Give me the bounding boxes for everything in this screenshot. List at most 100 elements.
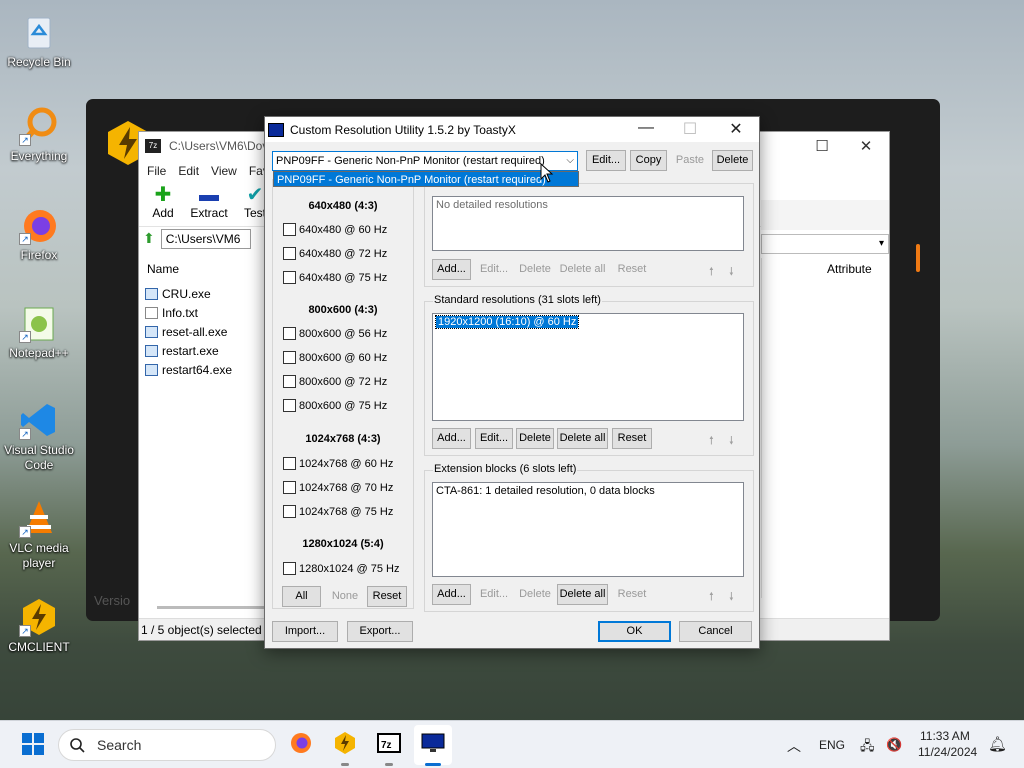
move-down-icon[interactable]: 🠗 bbox=[729, 432, 734, 451]
move-up-icon[interactable]: 🠕 bbox=[709, 588, 714, 607]
desktop-icon-cmclient[interactable]: ↗ CMCLIENT bbox=[2, 597, 76, 655]
monitor-select[interactable]: PNP09FF - Generic Non-PnP Monitor (resta… bbox=[272, 151, 578, 171]
up-folder-icon[interactable]: ⬆ bbox=[143, 230, 155, 247]
detailed-delete-button[interactable]: Delete bbox=[516, 259, 554, 280]
checkbox-800x600-60[interactable]: 800x600 @ 60 Hz bbox=[283, 351, 387, 364]
file-row[interactable]: restart64.exe bbox=[145, 360, 232, 379]
standard-reset-button[interactable]: Reset bbox=[612, 428, 652, 449]
checkbox-800x600-56[interactable]: 800x600 @ 56 Hz bbox=[283, 327, 387, 340]
maximize-icon[interactable]: ☐ bbox=[799, 137, 845, 155]
standard-delete-all-button[interactable]: Delete all bbox=[557, 428, 608, 449]
desktop-icon-label: Everything bbox=[10, 149, 68, 163]
close-icon[interactable]: ✕ bbox=[843, 137, 889, 155]
reset-established-button[interactable]: Reset bbox=[367, 586, 407, 607]
chevron-up-icon[interactable]: ︿ bbox=[787, 736, 801, 756]
checkbox-label: 800x600 @ 75 Hz bbox=[299, 399, 388, 412]
search-placeholder: Search bbox=[97, 737, 142, 753]
standard-edit-button[interactable]: Edit... bbox=[475, 428, 513, 449]
extension-block-item[interactable]: CTA-861: 1 detailed resolution, 0 data b… bbox=[436, 485, 655, 497]
paste-button[interactable]: Paste bbox=[670, 150, 710, 171]
desktop-icon-vlc[interactable]: ↗ VLC media player bbox=[2, 498, 76, 571]
clock-time[interactable]: 11:33 AM bbox=[920, 729, 970, 743]
address-input[interactable]: C:\Users\VM6 bbox=[160, 228, 251, 249]
checkbox-800x600-75[interactable]: 800x600 @ 75 Hz bbox=[283, 399, 387, 412]
volume-muted-icon[interactable]: 🔇 bbox=[886, 737, 902, 753]
checkbox-640x480-72[interactable]: 640x480 @ 72 Hz bbox=[283, 247, 387, 260]
menu-file[interactable]: File bbox=[147, 164, 166, 178]
detailed-edit-button[interactable]: Edit... bbox=[475, 259, 513, 280]
copy-button[interactable]: Copy bbox=[630, 150, 667, 171]
move-down-icon[interactable]: 🠗 bbox=[729, 588, 734, 607]
extension-delete-all-button[interactable]: Delete all bbox=[557, 584, 608, 605]
none-button[interactable]: None bbox=[325, 586, 365, 607]
extension-delete-button[interactable]: Delete bbox=[516, 584, 554, 605]
minimize-icon[interactable]: — bbox=[623, 119, 669, 137]
file-name: CRU.exe bbox=[162, 286, 211, 301]
ok-button[interactable]: OK bbox=[598, 621, 671, 642]
checkbox bbox=[283, 223, 296, 236]
desktop-icon-notepadpp[interactable]: ↗ Notepad++ bbox=[2, 303, 76, 361]
clock-date[interactable]: 11/24/2024 bbox=[918, 745, 977, 759]
file-row[interactable]: CRU.exe bbox=[145, 284, 232, 303]
checkbox-1024x768-60[interactable]: 1024x768 @ 60 Hz bbox=[283, 457, 393, 470]
edit-monitor-button[interactable]: Edit... bbox=[586, 150, 626, 171]
checkbox-1280x1024-75[interactable]: 1280x1024 @ 75 Hz bbox=[283, 562, 399, 575]
desktop-icon-everything[interactable]: ↗ Everything bbox=[2, 106, 76, 164]
cru-taskbar-icon[interactable] bbox=[420, 731, 446, 757]
detailed-delete-all-button[interactable]: Delete all bbox=[557, 259, 608, 280]
horizontal-scrollbar[interactable] bbox=[157, 606, 267, 609]
all-button[interactable]: All bbox=[282, 586, 321, 607]
firefox-taskbar-icon[interactable] bbox=[288, 731, 314, 757]
file-row[interactable]: Info.txt bbox=[145, 303, 232, 322]
menu-edit[interactable]: Edit bbox=[178, 164, 199, 178]
move-up-icon[interactable]: 🠕 bbox=[709, 432, 714, 451]
standard-resolutions-list[interactable]: 1920x1200 (16:10) @ 60 Hz bbox=[432, 313, 744, 421]
standard-delete-button[interactable]: Delete bbox=[516, 428, 554, 449]
move-down-icon[interactable]: 🠗 bbox=[729, 263, 734, 282]
menu-view[interactable]: View bbox=[211, 164, 237, 178]
test-label: Test bbox=[243, 206, 266, 220]
detailed-add-button[interactable]: Add... bbox=[432, 259, 471, 280]
language-indicator[interactable]: ENG bbox=[819, 738, 845, 752]
notification-bell-icon[interactable]: 🔔︎ bbox=[988, 735, 1007, 753]
taskbar-search-box[interactable]: Search bbox=[58, 729, 276, 761]
add-button[interactable]: ✚ Add bbox=[143, 182, 183, 220]
detailed-resolutions-list[interactable]: No detailed resolutions bbox=[432, 196, 744, 251]
monitor-dropdown-option[interactable]: PNP09FF - Generic Non-PnP Monitor (resta… bbox=[273, 171, 579, 187]
close-icon[interactable]: ✕ bbox=[713, 119, 759, 139]
detailed-reset-button[interactable]: Reset bbox=[612, 259, 652, 280]
standard-add-button[interactable]: Add... bbox=[432, 428, 471, 449]
cru-dialog[interactable]: Custom Resolution Utility 1.5.2 by Toast… bbox=[264, 116, 760, 649]
checkbox-800x600-72[interactable]: 800x600 @ 72 Hz bbox=[283, 375, 387, 388]
checkbox-1024x768-70[interactable]: 1024x768 @ 70 Hz bbox=[283, 481, 393, 494]
checkbox-640x480-75[interactable]: 640x480 @ 75 Hz bbox=[283, 271, 387, 284]
desktop-icon-recycle-bin[interactable]: Recycle Bin bbox=[2, 12, 76, 70]
delete-monitor-button[interactable]: Delete bbox=[712, 150, 753, 171]
checkbox-640x480-60[interactable]: 640x480 @ 60 Hz bbox=[283, 223, 387, 236]
sevenzip-taskbar-icon[interactable]: 7z bbox=[376, 731, 402, 757]
extension-edit-button[interactable]: Edit... bbox=[475, 584, 513, 605]
network-icon[interactable]: 🖧 bbox=[860, 737, 875, 759]
active-indicator bbox=[425, 763, 441, 766]
extract-button[interactable]: ▬ Extract bbox=[189, 182, 229, 220]
windows-start-icon[interactable] bbox=[20, 732, 46, 758]
export-button[interactable]: Export... bbox=[347, 621, 413, 642]
address-dropdown-arrow[interactable]: ▾ bbox=[761, 234, 889, 254]
taskbar: Search 7z ︿ ENG 🖧 🔇 11:33 AM 11/24/2024 … bbox=[0, 720, 1024, 768]
checkbox-1024x768-75[interactable]: 1024x768 @ 75 Hz bbox=[283, 505, 393, 518]
desktop-icon-firefox[interactable]: ↗ Firefox bbox=[2, 205, 76, 263]
extension-reset-button[interactable]: Reset bbox=[612, 584, 652, 605]
standard-resolution-item[interactable]: 1920x1200 (16:10) @ 60 Hz bbox=[434, 315, 580, 329]
cru-titlebar[interactable]: Custom Resolution Utility 1.5.2 by Toast… bbox=[265, 117, 759, 142]
cancel-button[interactable]: Cancel bbox=[679, 621, 752, 642]
extension-blocks-list[interactable]: CTA-861: 1 detailed resolution, 0 data b… bbox=[432, 482, 744, 577]
file-row[interactable]: restart.exe bbox=[145, 341, 232, 360]
file-row[interactable]: reset-all.exe bbox=[145, 322, 232, 341]
desktop-icon-vscode[interactable]: ↗ Visual Studio Code bbox=[2, 400, 76, 473]
extension-add-button[interactable]: Add... bbox=[432, 584, 471, 605]
cmclient-taskbar-icon[interactable] bbox=[332, 731, 358, 757]
column-header-name[interactable]: Name bbox=[147, 262, 179, 276]
column-header-attributes[interactable]: Attribute bbox=[827, 262, 889, 276]
import-button[interactable]: Import... bbox=[272, 621, 338, 642]
move-up-icon[interactable]: 🠕 bbox=[709, 263, 714, 282]
